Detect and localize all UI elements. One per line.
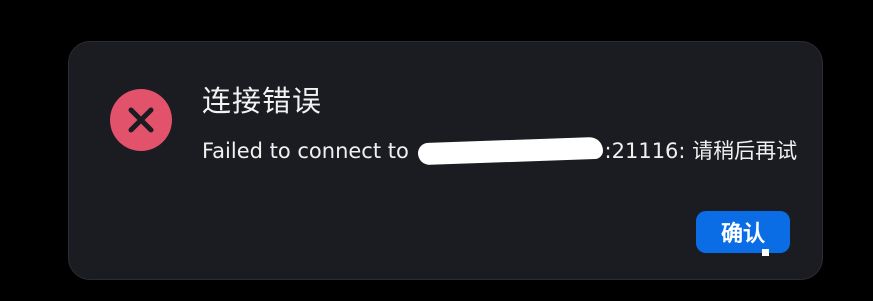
connection-error-dialog: 连接错误 Failed to connect to :21116: 请稍后再试 …: [68, 41, 823, 280]
mouse-cursor: [762, 249, 769, 256]
error-x-icon: [110, 89, 172, 151]
close-x-glyph: [128, 107, 154, 133]
error-message: Failed to connect to :21116: 请稍后再试: [202, 135, 798, 166]
message-suffix: :21116: 请稍后再试: [604, 139, 798, 163]
redacted-host: [417, 136, 603, 166]
message-prefix: Failed to connect to: [202, 139, 409, 163]
confirm-button[interactable]: 确认: [696, 211, 790, 253]
dialog-title: 连接错误: [202, 84, 323, 118]
